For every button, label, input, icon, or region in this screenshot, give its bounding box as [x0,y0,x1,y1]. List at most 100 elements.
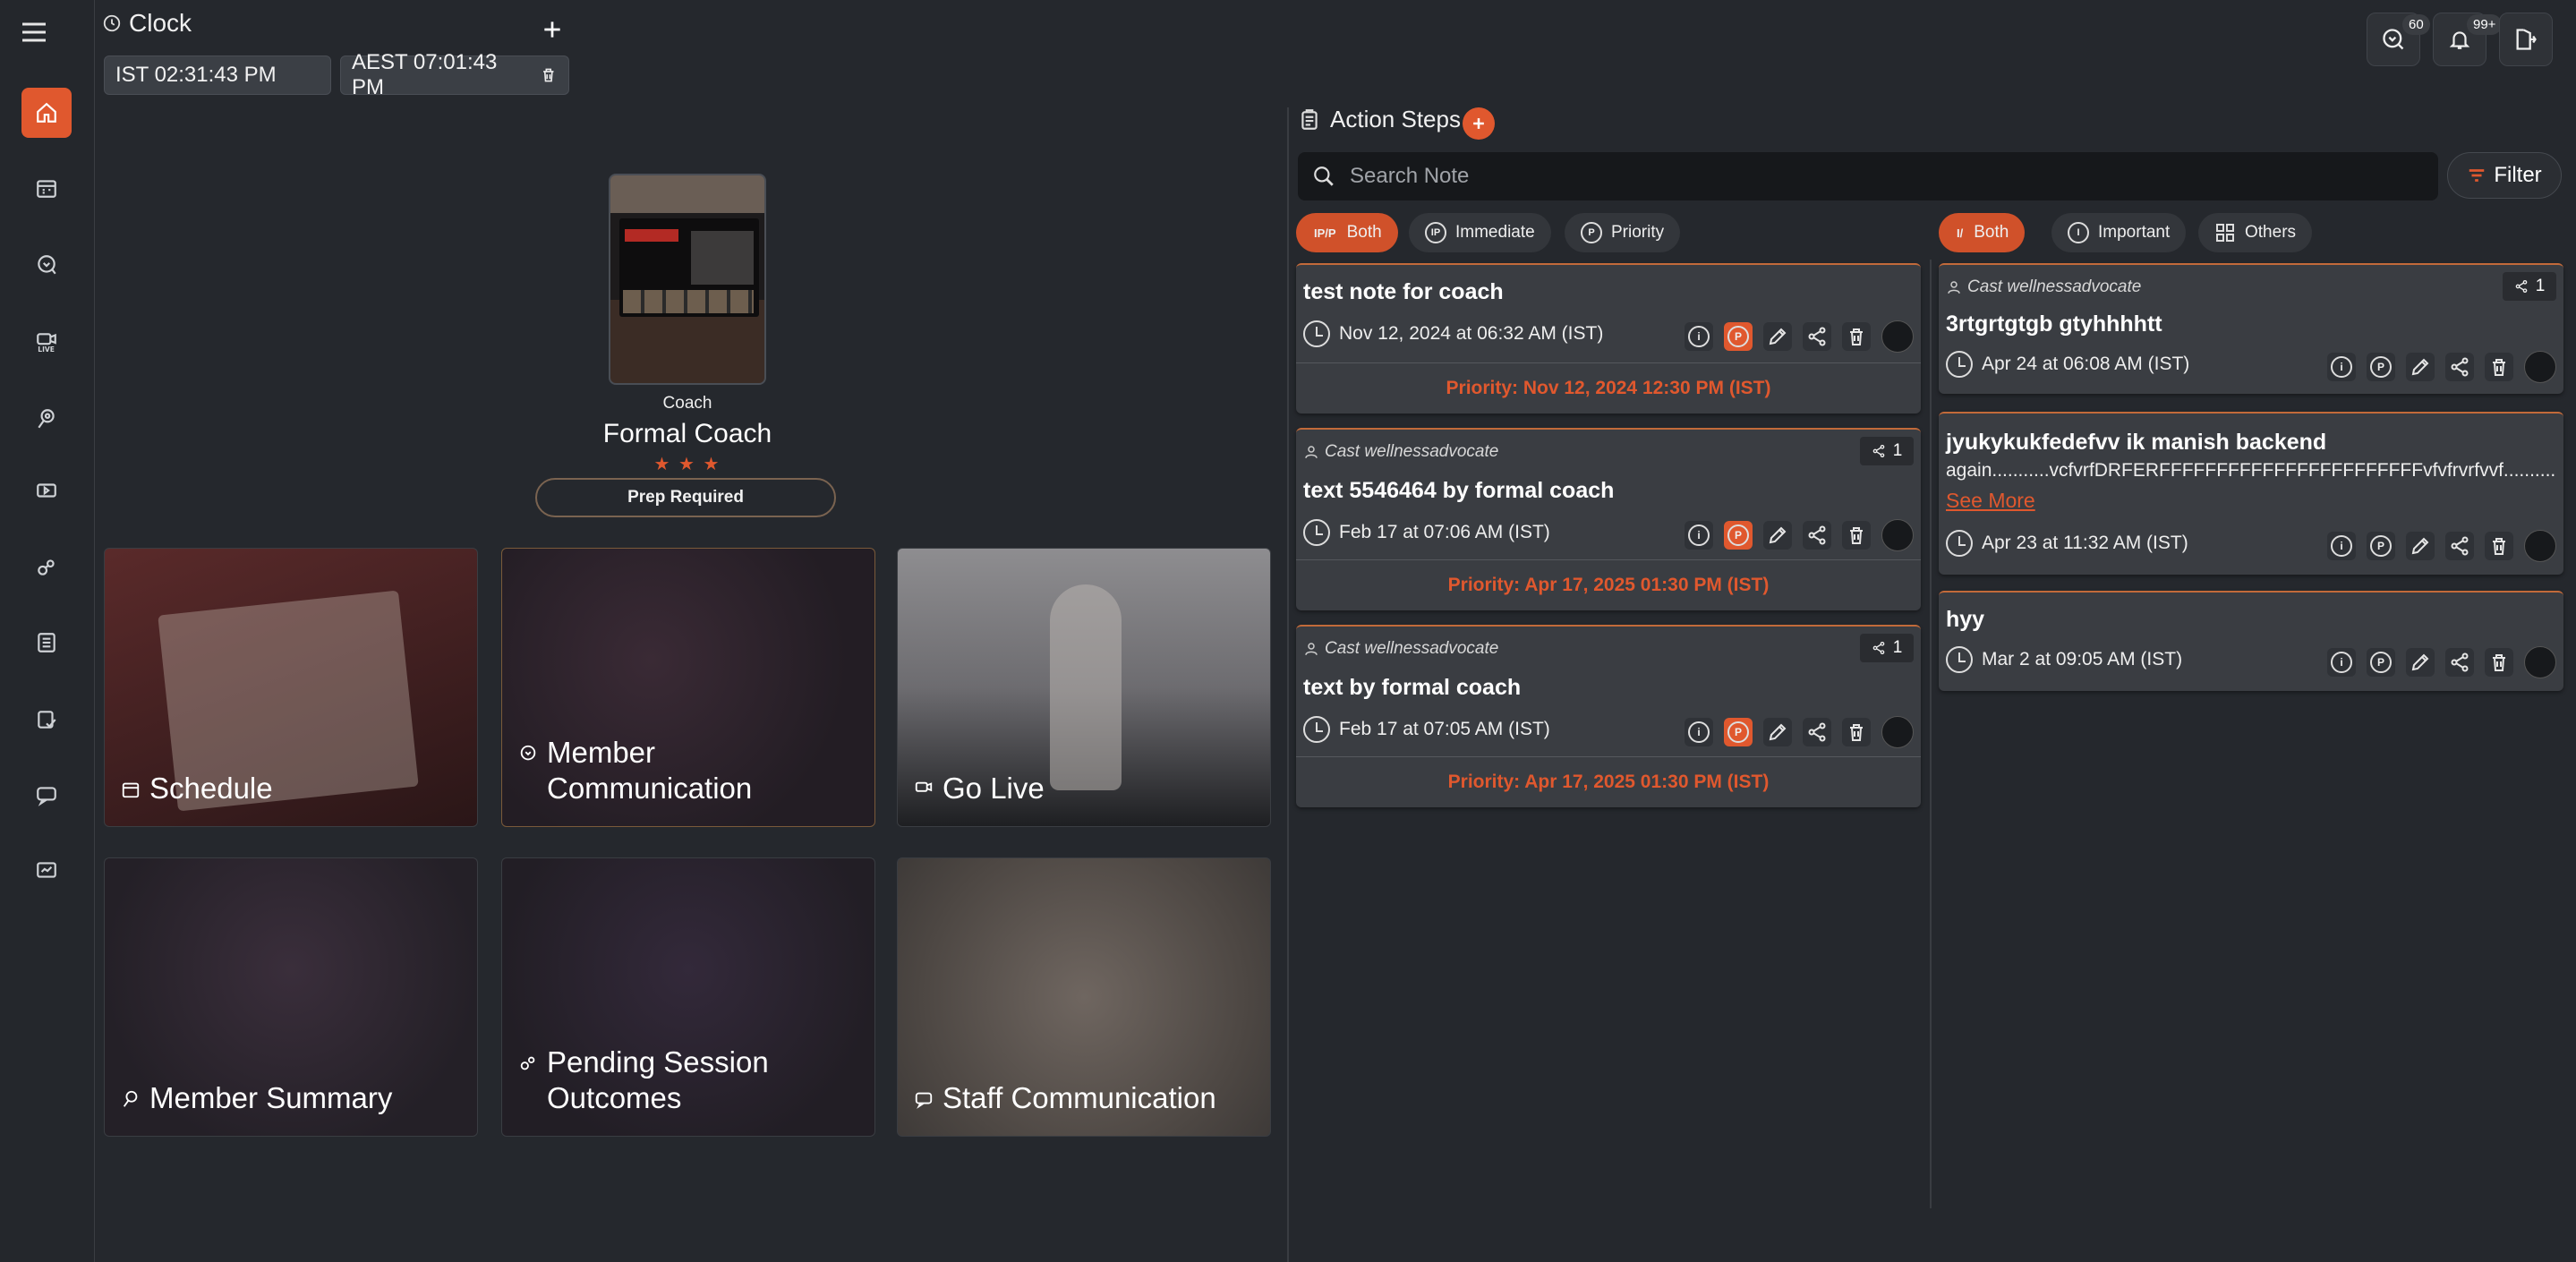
logout-button[interactable] [2499,13,2553,66]
share-button[interactable] [1803,718,1831,746]
share-button[interactable] [2445,353,2474,381]
action-card[interactable]: test note for coach Nov 12, 2024 at 06:3… [1296,263,1921,414]
filter-both-right[interactable]: I/ Both [1939,213,2026,252]
sidebar-item-video[interactable] [21,465,72,516]
filter-others[interactable]: Others [2198,213,2313,252]
edit-button[interactable] [1763,718,1792,746]
sidebar-item-member-summary[interactable] [21,394,72,444]
sidebar-item-tasks[interactable] [21,695,72,745]
card-date: Mar 2 at 09:05 AM (IST) [1946,646,2182,673]
sidebar-item-pending-outcomes[interactable] [21,542,72,593]
priority-button[interactable]: P [2367,648,2395,677]
info-button[interactable]: i [1685,521,1713,550]
edit-button[interactable] [2406,353,2435,381]
clock-header: Clock [102,9,192,38]
clock-icon [1946,530,1973,557]
complete-toggle[interactable] [1881,716,1914,748]
see-more-link[interactable]: See More [1946,489,2035,513]
tile-schedule[interactable]: Schedule [104,548,478,827]
user-icon [1305,643,1318,655]
filter-button[interactable]: Filter [2447,152,2562,199]
action-card[interactable]: jyukykukfedefvv ik manish backend again.… [1939,412,2563,575]
both-filter-icon: IP/P [1314,226,1336,240]
clock-icon [1303,519,1330,546]
tile-label: Schedule [121,771,273,806]
share-button[interactable] [1803,322,1831,351]
info-button[interactable]: i [1685,718,1713,746]
action-card[interactable]: Cast wellnessadvocate 1 3rtgrtgtgb gtyhh… [1939,263,2563,394]
sidebar-item-reports[interactable] [21,845,72,895]
info-icon: i [2331,652,2352,673]
complete-toggle[interactable] [2524,646,2556,678]
action-card[interactable]: hyy Mar 2 at 09:05 AM (IST) i P [1939,591,2563,691]
info-icon: i [1688,721,1710,743]
delete-button[interactable] [2485,353,2513,381]
tile-go-live[interactable]: Go Live [897,548,1271,827]
edit-button[interactable] [1763,322,1792,351]
share-icon [2451,536,2469,556]
delete-button[interactable] [1842,521,1871,550]
card-actions: i P [1685,519,1914,551]
sidebar-item-notes[interactable] [21,618,72,668]
share-button[interactable] [2445,532,2474,560]
complete-toggle[interactable] [2524,530,2556,562]
sidebar-item-member-communication[interactable] [21,240,72,290]
share-count[interactable]: 1 [2503,272,2556,301]
filter-immediate[interactable]: IP Immediate [1409,213,1551,252]
priority-button[interactable]: P [1724,322,1753,351]
card-title: jyukykukfedefvv ik manish backend [1946,430,2327,455]
info-button[interactable]: i [1685,322,1713,351]
complete-toggle[interactable] [2524,351,2556,383]
share-count[interactable]: 1 [1860,634,1914,662]
tile-label-text: Go Live [943,772,1045,805]
priority-button[interactable]: P [2367,532,2395,560]
complete-toggle[interactable] [1881,519,1914,551]
trash-icon[interactable] [540,66,558,84]
info-button[interactable]: i [2327,353,2356,381]
menu-icon[interactable] [20,18,48,47]
card-actions: i P [2327,530,2556,562]
share-count[interactable]: 1 [1860,437,1914,465]
tile-pending-session-outcomes[interactable]: Pending Session Outcomes [501,857,875,1137]
priority-button[interactable]: P [1724,521,1753,550]
add-action-step-button[interactable] [1463,107,1495,140]
delete-button[interactable] [1842,322,1871,351]
card-actions: i P [2327,351,2556,383]
sidebar-item-staff-communication[interactable] [21,770,72,820]
priority-icon: P [1727,326,1749,347]
complete-toggle[interactable] [1881,320,1914,353]
card-date: Nov 12, 2024 at 06:32 AM (IST) [1303,320,1603,347]
search-bar[interactable] [1298,152,2438,200]
info-button[interactable]: i [2327,648,2356,677]
tile-member-summary[interactable]: Member Summary [104,857,478,1137]
card-date-text: Mar 2 at 09:05 AM (IST) [1982,649,2183,669]
coach-photo [609,174,766,385]
delete-button[interactable] [2485,648,2513,677]
filter-priority[interactable]: P Priority [1565,213,1681,252]
edit-button[interactable] [2406,532,2435,560]
share-button[interactable] [1803,521,1831,550]
edit-button[interactable] [1763,521,1792,550]
tile-member-communication[interactable]: Member Communication [501,548,875,827]
clock-zone-aest: AEST 07:01:43 PM [340,50,569,99]
add-clock-button[interactable] [535,13,569,47]
sidebar-item-home[interactable] [21,88,72,138]
filter-both-left[interactable]: IP/P Both [1296,213,1398,252]
priority-button[interactable]: P [1724,718,1753,746]
sidebar-item-go-live[interactable]: LIVE [21,317,72,367]
tile-staff-communication[interactable]: Staff Communication [897,857,1271,1137]
filter-important[interactable]: I Important [2051,213,2187,252]
action-card[interactable]: Cast wellnessadvocate 1 text by formal c… [1296,625,1921,807]
delete-button[interactable] [1842,718,1871,746]
delete-button[interactable] [2485,532,2513,560]
edit-button[interactable] [2406,648,2435,677]
prep-required-button[interactable]: Prep Required [535,478,836,517]
sidebar-item-schedule[interactable] [21,163,72,213]
share-button[interactable] [2445,648,2474,677]
priority-button[interactable]: P [2367,353,2395,381]
action-card[interactable]: Cast wellnessadvocate 1 text 5546464 by … [1296,428,1921,610]
card-title: 3rtgrtgtgb gtyhhhhtt [1946,311,2162,337]
search-input[interactable] [1348,163,2426,190]
tile-label: Staff Communication [914,1080,1216,1116]
info-button[interactable]: i [2327,532,2356,560]
